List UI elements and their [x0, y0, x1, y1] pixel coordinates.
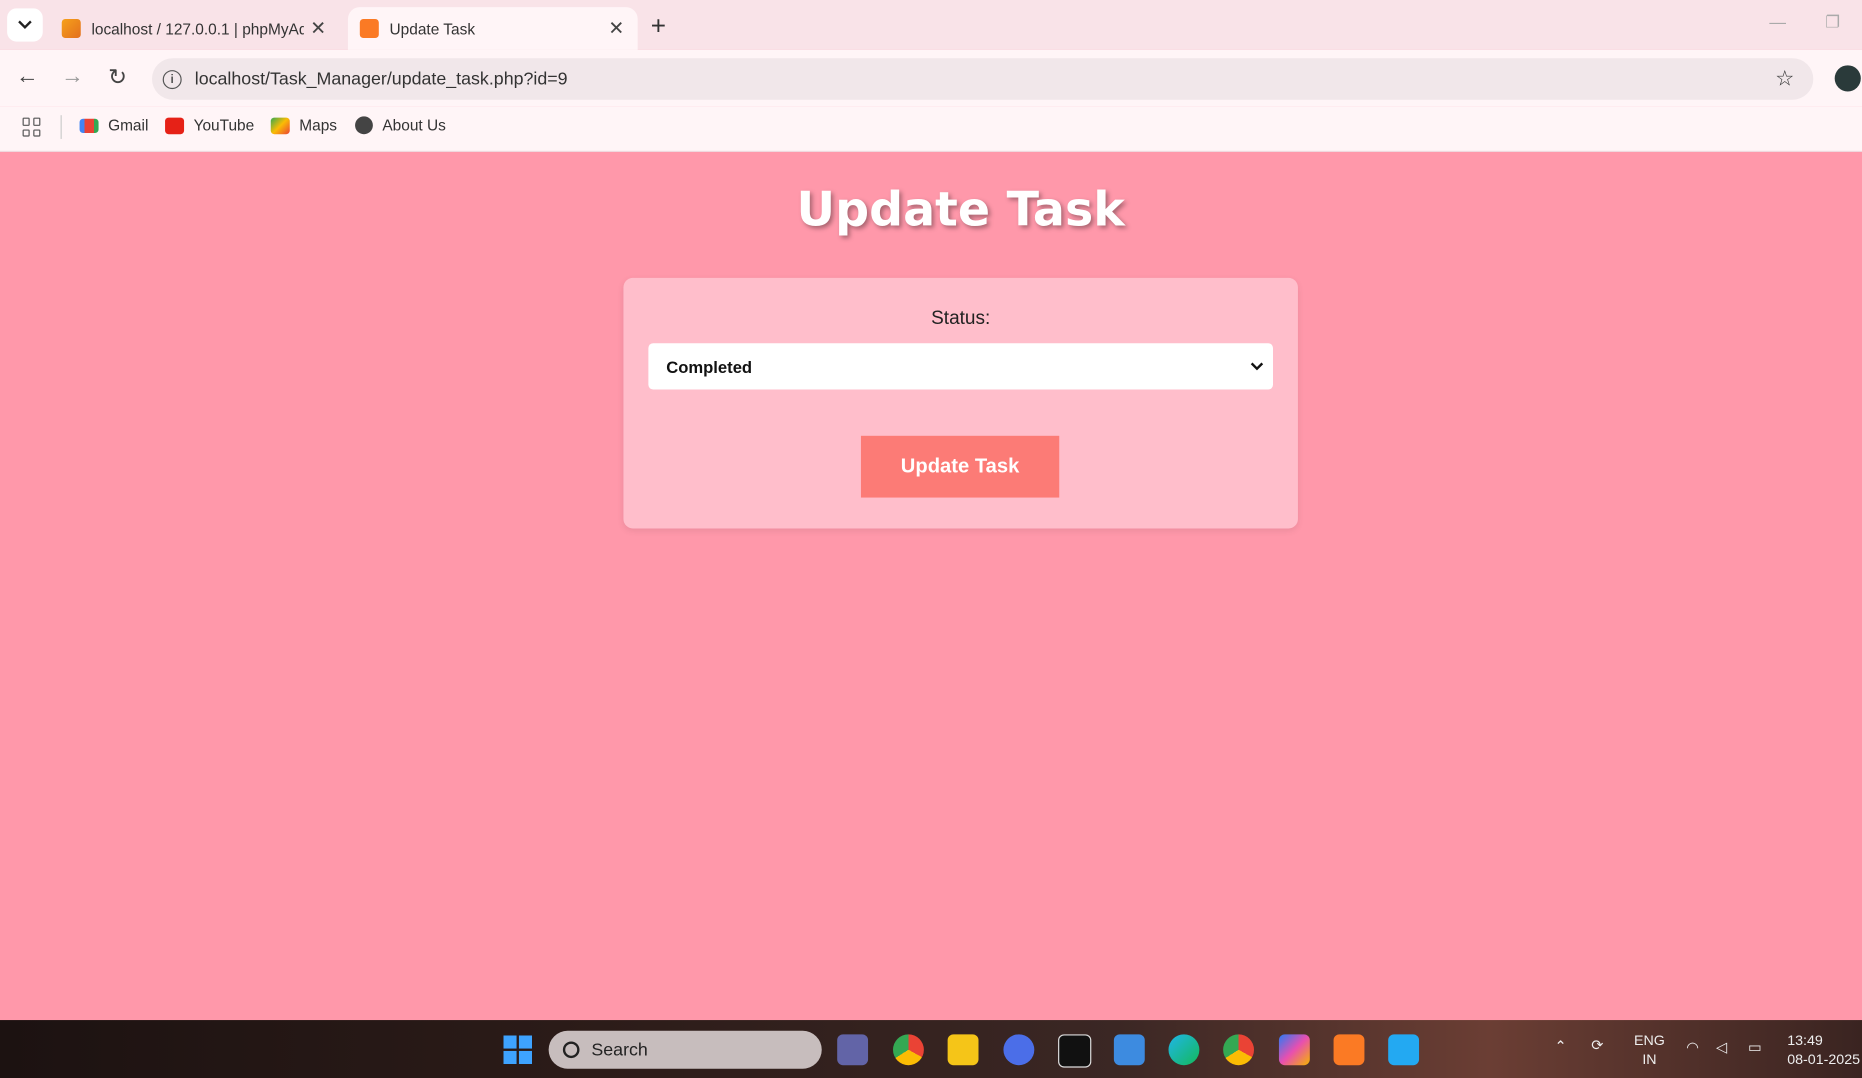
profile-avatar[interactable]: [1834, 65, 1861, 92]
bookmark-label: About Us: [382, 116, 446, 135]
language-code: ENG: [1634, 1031, 1665, 1049]
bookmark-label: YouTube: [193, 116, 255, 135]
tab-phpmyadmin[interactable]: localhost / 127.0.0.1 | phpMyAdmin ✕: [50, 7, 340, 50]
clock[interactable]: 13:49 08-01-2025: [1787, 1031, 1860, 1069]
youtube-icon: [165, 116, 185, 134]
os-taskbar: Search ⌃ ⟳ ENG IN ◠ ◁ ▭ 13:49 08-01-2025: [0, 1020, 1862, 1078]
bookmark-youtube[interactable]: YouTube: [165, 116, 254, 134]
chrome-profile-icon[interactable]: [893, 1034, 924, 1066]
notepad-icon[interactable]: [1113, 1034, 1145, 1066]
page-title: Update Task: [796, 182, 1125, 238]
divider: [60, 115, 62, 139]
globe-icon: [355, 116, 373, 135]
battery-icon[interactable]: ▭: [1748, 1038, 1761, 1057]
chevron-down-icon: [1250, 362, 1264, 371]
apps-grid-icon[interactable]: [22, 117, 42, 137]
tab-bar: localhost / 127.0.0.1 | phpMyAdmin ✕ Upd…: [0, 0, 1862, 50]
phpmyadmin-icon: [61, 19, 81, 38]
region-code: IN: [1642, 1050, 1657, 1068]
address-bar[interactable]: i localhost/Task_Manager/update_task.php…: [152, 58, 1814, 100]
volume-icon[interactable]: ◁: [1716, 1038, 1727, 1057]
tray-chevron-up-icon[interactable]: ⌃: [1554, 1037, 1566, 1056]
status-label: Status:: [931, 308, 991, 329]
tab-update-task[interactable]: Update Task ✕: [347, 7, 638, 50]
bookmarks-bar: Gmail YouTube Maps About Us: [0, 106, 1862, 152]
maps-icon: [270, 116, 290, 134]
reload-icon[interactable]: ↻: [103, 64, 132, 91]
xampp-icon[interactable]: [1333, 1034, 1365, 1066]
copilot-icon[interactable]: [1278, 1034, 1310, 1066]
page-content: Update Task Status: Completed Update Tas…: [0, 152, 1862, 1021]
bookmark-maps[interactable]: Maps: [270, 116, 338, 135]
teams-icon[interactable]: [837, 1034, 869, 1066]
close-icon[interactable]: ✕: [304, 17, 333, 41]
clock-time: 13:49: [1787, 1031, 1823, 1049]
new-tab-button[interactable]: +: [651, 11, 666, 42]
minimize-icon[interactable]: —: [1769, 12, 1786, 31]
status-selected-value: Completed: [666, 356, 753, 376]
sync-icon[interactable]: ⟳: [1591, 1036, 1603, 1055]
status-select[interactable]: Completed: [648, 343, 1273, 390]
language-indicator[interactable]: ENG IN: [1634, 1031, 1665, 1069]
site-info-icon[interactable]: i: [162, 69, 182, 89]
xampp-icon: [359, 19, 379, 38]
forward-icon[interactable]: →: [58, 64, 87, 90]
tab-title: Update Task: [389, 19, 476, 38]
chrome-icon[interactable]: [1223, 1034, 1254, 1066]
bookmark-label: Maps: [299, 116, 338, 135]
file-explorer-icon[interactable]: [947, 1034, 979, 1066]
search-placeholder: Search: [591, 1039, 648, 1060]
windows-start-icon[interactable]: [502, 1034, 533, 1065]
update-task-button[interactable]: Update Task: [860, 435, 1060, 498]
close-icon[interactable]: ✕: [602, 17, 631, 41]
search-icon: [562, 1041, 580, 1059]
back-icon[interactable]: ←: [13, 64, 42, 90]
browser-toolbar: ← → ↻ i localhost/Task_Manager/update_ta…: [0, 49, 1862, 107]
bookmark-star-icon[interactable]: ☆: [1775, 67, 1794, 92]
tab-title: localhost / 127.0.0.1 | phpMyAdmin: [91, 19, 304, 38]
maximize-icon[interactable]: ❐: [1825, 12, 1840, 32]
taskbar-search[interactable]: Search: [548, 1030, 822, 1069]
bookmark-about-us[interactable]: About Us: [355, 116, 446, 135]
url-text[interactable]: localhost/Task_Manager/update_task.php?i…: [195, 69, 1775, 89]
wifi-icon[interactable]: ◠: [1686, 1038, 1698, 1057]
copilot-app-icon[interactable]: [1003, 1034, 1035, 1066]
gmail-icon: [79, 118, 99, 133]
clock-date: 08-01-2025: [1787, 1050, 1861, 1068]
edge-icon[interactable]: [1168, 1034, 1200, 1066]
bookmark-label: Gmail: [108, 116, 149, 135]
bookmark-gmail[interactable]: Gmail: [79, 116, 149, 135]
notion-icon[interactable]: [1058, 1034, 1092, 1068]
tab-search-button[interactable]: [7, 8, 43, 42]
vscode-icon[interactable]: [1388, 1034, 1420, 1066]
chevron-down-icon: [18, 20, 32, 29]
update-task-form: Status: Completed Update Task: [623, 277, 1298, 529]
